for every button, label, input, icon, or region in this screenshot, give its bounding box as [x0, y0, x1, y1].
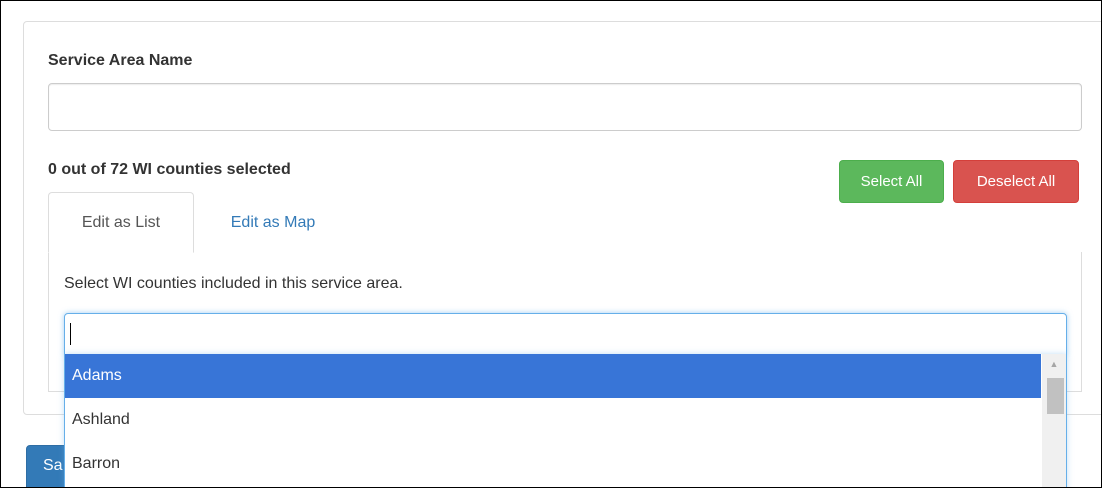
dropdown-option-ashland[interactable]: Ashland: [65, 398, 1041, 442]
county-search-input[interactable]: [64, 313, 1067, 355]
counties-help-text: Select WI counties included in this serv…: [64, 275, 403, 292]
save-button-label: Sa: [43, 457, 63, 474]
text-caret: [70, 323, 71, 345]
scrollbar-thumb[interactable]: [1047, 378, 1064, 414]
service-area-name-input[interactable]: [48, 83, 1082, 131]
county-dropdown[interactable]: Adams Ashland Barron ▲: [64, 354, 1067, 487]
dropdown-option-barron[interactable]: Barron: [65, 442, 1041, 486]
select-all-button[interactable]: Select All: [839, 160, 944, 203]
tab-edit-as-list[interactable]: Edit as List: [48, 192, 194, 253]
service-area-name-label: Service Area Name: [48, 52, 193, 69]
screenshot-frame: Service Area Name 0 out of 72 WI countie…: [0, 0, 1102, 488]
scroll-up-arrow-icon[interactable]: ▲: [1042, 358, 1066, 370]
selected-count-text: 0 out of 72 WI counties selected: [48, 161, 291, 178]
deselect-all-button[interactable]: Deselect All: [953, 160, 1079, 203]
tab-edit-as-map[interactable]: Edit as Map: [195, 192, 351, 253]
dropdown-option-adams[interactable]: Adams: [65, 354, 1041, 398]
dropdown-scrollbar[interactable]: ▲: [1042, 354, 1066, 487]
